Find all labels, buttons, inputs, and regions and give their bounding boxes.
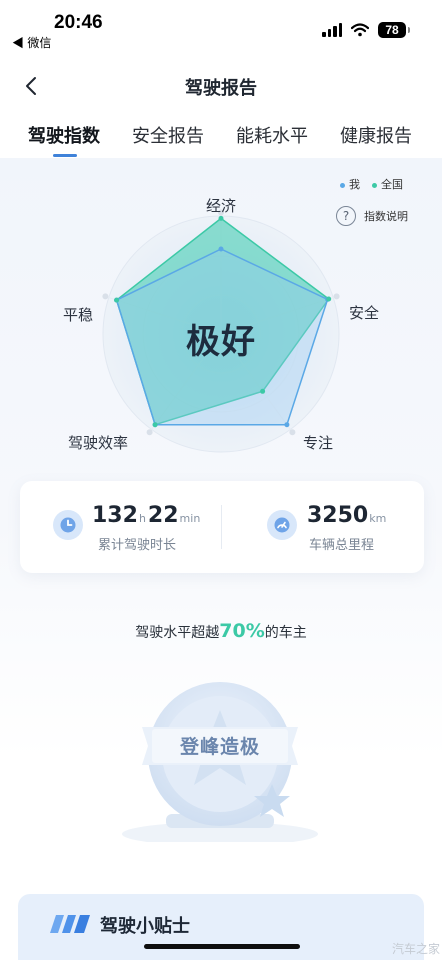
driver-ranking-text: 驾驶水平超越70%的车主 [0, 620, 442, 642]
legend-dot-national [372, 182, 377, 188]
total-mileage-caption: 车辆总里程 [309, 538, 375, 553]
axis-label-smoothness: 平稳 [63, 306, 94, 324]
page-title: 驾驶报告 [185, 78, 257, 99]
duration-hours-unit: h [138, 512, 146, 525]
index-explanation-label: 指数说明 [364, 210, 408, 223]
driving-duration-value: 132h22min [92, 503, 202, 528]
chart-legend: 我 全国 [340, 176, 403, 192]
tab-energy-level[interactable]: 能耗水平 [236, 122, 308, 148]
ranking-suffix: 的车主 [264, 625, 307, 641]
speedometer-icon [267, 510, 297, 540]
ranking-prefix: 驾驶水平超越 [135, 625, 220, 641]
axis-label-safety: 安全 [349, 304, 380, 322]
legend-item-national: 全国 [372, 176, 403, 192]
watermark: 汽车之家 [392, 942, 441, 956]
battery-icon: 78 [378, 22, 410, 38]
status-icons: 78 [322, 22, 410, 38]
duration-minutes: 22 [147, 503, 179, 528]
tab-driving-index[interactable]: 驾驶指数 [28, 122, 100, 148]
medal-title: 登峰造极 [179, 736, 260, 758]
axis-label-focus: 专注 [303, 434, 334, 452]
ranking-percent: 70% [219, 620, 265, 642]
nav-bar: 驾驶报告 [0, 62, 442, 110]
legend-dot-me [340, 182, 345, 188]
tips-title: 驾驶小贴士 [100, 916, 190, 937]
back-to-app-link[interactable]: ◀ 微信 [12, 34, 51, 51]
duration-hours: 132 [92, 503, 138, 528]
cellular-signal-icon [322, 23, 342, 37]
mileage-number: 3250 [307, 503, 369, 528]
axis-label-economy: 经济 [206, 197, 237, 215]
tab-bar: 驾驶指数 安全报告 能耗水平 健康报告 [0, 118, 442, 162]
duration-minutes-unit: min [179, 512, 201, 525]
stats-card: 132h22min 累计驾驶时长 3250km 车辆总里程 [20, 481, 424, 573]
total-mileage-stat: 3250km 车辆总里程 [221, 481, 424, 573]
overall-rating: 极好 [186, 322, 256, 362]
clock-icon [53, 510, 83, 540]
status-bar: 20:46 ◀ 微信 78 [0, 0, 442, 54]
status-time: 20:46 [54, 12, 103, 33]
tab-health-report[interactable]: 健康报告 [340, 122, 412, 148]
tab-safety-report[interactable]: 安全报告 [132, 122, 204, 148]
active-tab-indicator [53, 154, 77, 157]
wifi-icon [351, 23, 369, 37]
driving-duration-stat: 132h22min 累计驾驶时长 [20, 481, 221, 573]
mileage-unit: km [369, 512, 387, 525]
index-explanation-button[interactable]: ? 指数说明 [336, 206, 408, 226]
driving-tips-card[interactable]: 驾驶小贴士 [18, 894, 424, 960]
tips-stripes-icon [50, 915, 90, 933]
legend-item-me: 我 [340, 176, 360, 192]
total-mileage-value: 3250km [307, 503, 388, 528]
axis-label-efficiency: 驾驶效率 [68, 434, 129, 452]
home-indicator[interactable] [144, 944, 300, 949]
driving-duration-caption: 累计驾驶时长 [98, 538, 177, 553]
question-mark-icon: ? [336, 206, 356, 226]
